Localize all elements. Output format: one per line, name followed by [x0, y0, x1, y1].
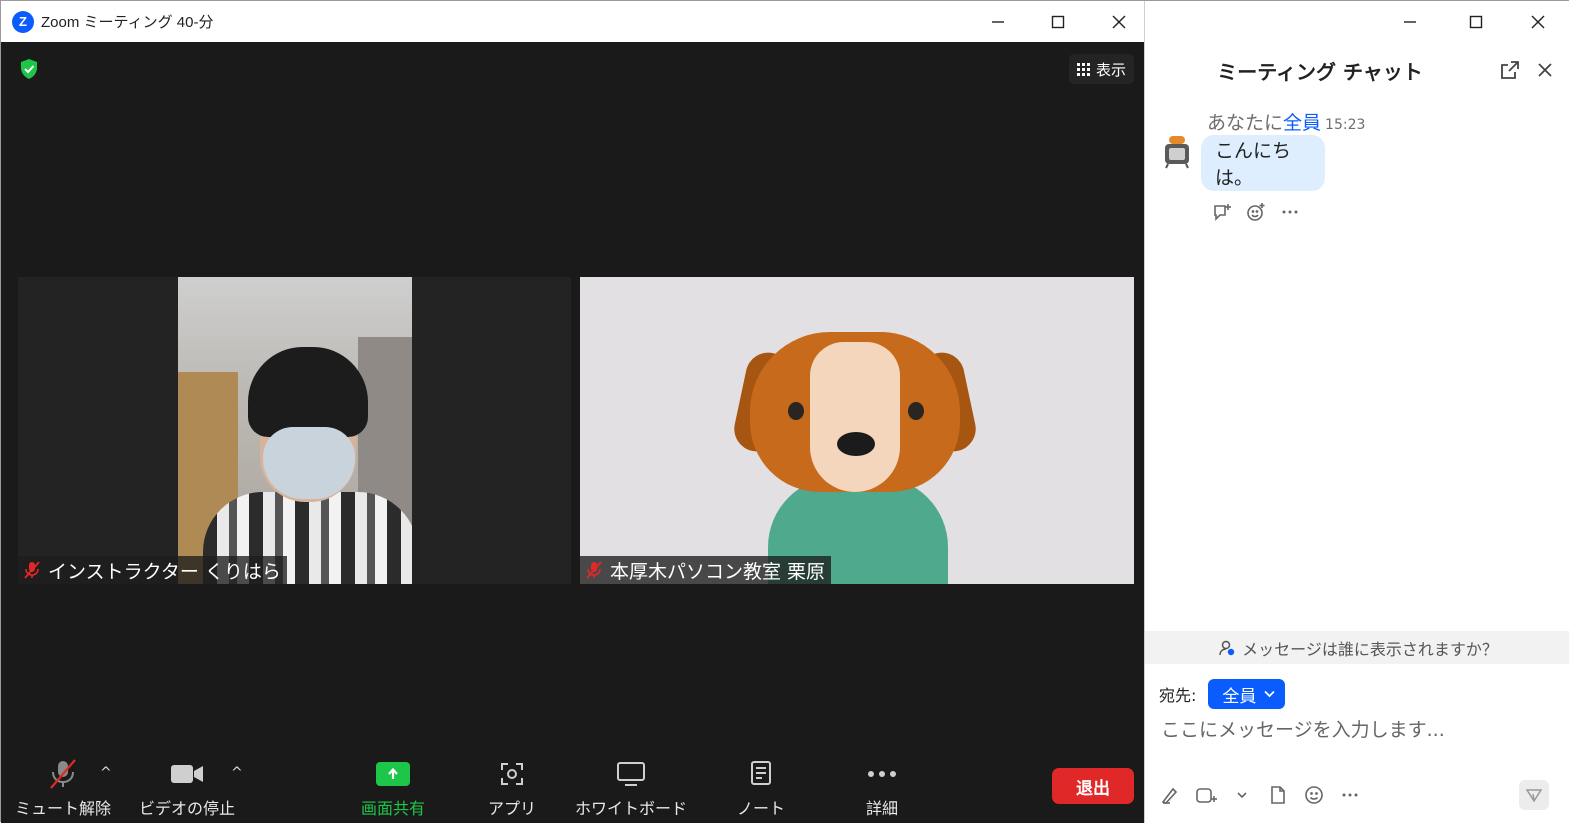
emoji-icon[interactable] — [1303, 784, 1325, 806]
grid-icon — [1077, 62, 1090, 76]
whiteboard-icon — [617, 762, 645, 786]
to-label: 宛先: — [1159, 686, 1197, 705]
security-shield-icon[interactable] — [19, 58, 39, 80]
participant-tile[interactable]: 本厚木パソコン教室 栗原 — [580, 277, 1134, 584]
message-time: 15:23 — [1325, 117, 1366, 133]
participant-name-bar: インストラクター くりはら — [18, 556, 287, 584]
message-actions — [1211, 201, 1301, 223]
participant-video — [178, 277, 412, 584]
apps-label: アプリ — [487, 799, 536, 818]
compose-toolbar — [1159, 784, 1361, 806]
recipient-row: 宛先: 全員 — [1159, 679, 1286, 709]
participant-name: インストラクター くりはら — [48, 560, 281, 583]
notes-icon — [751, 761, 771, 785]
message-recipient-prefix: あなたに — [1207, 112, 1284, 134]
chat-panel: ミーティング チャット あなたに全員 15:23 こんにちは。 メッセージは誰に… — [1144, 1, 1569, 823]
chevron-down-icon — [1264, 690, 1276, 698]
reply-icon[interactable] — [1211, 201, 1233, 223]
microphone-muted-icon — [50, 759, 76, 789]
leave-button[interactable]: 退出 — [1052, 768, 1134, 804]
unmute-button[interactable]: ミュート解除 — [15, 757, 111, 819]
stop-video-label: ビデオの停止 — [139, 799, 236, 818]
maximize-button[interactable] — [1035, 1, 1081, 42]
apps-button[interactable]: アプリ — [477, 757, 547, 819]
message-bubble[interactable]: こんにちは。 — [1201, 135, 1325, 191]
participant-name: 本厚木パソコン教室 栗原 — [610, 560, 826, 583]
who-can-see-banner[interactable]: メッセージは誰に表示されますか？ — [1145, 631, 1569, 664]
sender-avatar[interactable] — [1163, 135, 1191, 169]
whiteboard-button[interactable]: ホワイトボード — [575, 757, 687, 819]
message-input[interactable] — [1161, 713, 1557, 747]
chat-minimize-button[interactable] — [1387, 1, 1433, 42]
apps-icon — [501, 763, 523, 785]
minimize-button[interactable] — [975, 1, 1021, 42]
recipient-dropdown-value: 全員 — [1222, 686, 1257, 707]
main-title-bar: Z Zoom ミーティング 40-分 — [1, 1, 1144, 42]
microphone-muted-icon — [586, 561, 602, 579]
screenshot-icon[interactable] — [1195, 784, 1217, 806]
more-icon — [868, 771, 896, 777]
unmute-label: ミュート解除 — [15, 799, 112, 818]
video-options-caret[interactable]: ^ — [231, 765, 243, 781]
participant-name-bar: 本厚木パソコン教室 栗原 — [580, 556, 832, 584]
popout-icon[interactable] — [1499, 59, 1521, 81]
more-options-icon[interactable] — [1279, 201, 1301, 223]
share-screen-label: 画面共有 — [360, 799, 425, 818]
more-compose-options-icon[interactable] — [1339, 784, 1361, 806]
window-title: Zoom ミーティング 40-分 — [41, 14, 214, 31]
more-button[interactable]: 詳細 — [851, 757, 913, 819]
message-meta: あなたに全員 15:23 — [1207, 108, 1365, 135]
zoom-logo-icon: Z — [12, 10, 34, 33]
chevron-down-icon[interactable] — [1231, 784, 1253, 806]
view-button-label: 表示 — [1096, 60, 1127, 79]
notes-label: ノート — [736, 799, 785, 818]
emoji-reaction-icon[interactable] — [1245, 201, 1267, 223]
share-screen-button[interactable]: 画面共有 — [353, 757, 433, 819]
chat-header: ミーティング チャット — [1145, 49, 1569, 89]
send-button[interactable] — [1519, 780, 1549, 810]
minimize-icon — [1404, 20, 1416, 23]
dog-avatar-image — [730, 322, 980, 584]
format-icon[interactable] — [1159, 784, 1181, 806]
more-label: 詳細 — [865, 799, 898, 818]
whiteboard-label: ホワイトボード — [575, 799, 688, 818]
close-chat-icon[interactable] — [1534, 59, 1556, 81]
notes-button[interactable]: ノート — [729, 757, 793, 819]
video-camera-icon — [171, 765, 203, 783]
close-icon — [1112, 15, 1126, 28]
chat-maximize-button[interactable] — [1453, 1, 1499, 42]
send-icon — [1526, 789, 1542, 803]
meeting-toolbar: ミュート解除 ^ ビデオの停止 ^ 画面共有 アプリ ホワイトボード ノート 詳… — [1, 747, 1144, 823]
recipient-dropdown[interactable]: 全員 — [1208, 679, 1286, 709]
audio-options-caret[interactable]: ^ — [100, 765, 112, 781]
maximize-icon — [1469, 15, 1483, 28]
stop-video-button[interactable]: ビデオの停止 — [139, 757, 235, 819]
maximize-icon — [1051, 15, 1065, 28]
person-icon — [1219, 640, 1235, 655]
chat-close-window-button[interactable] — [1515, 1, 1561, 42]
close-window-button[interactable] — [1096, 1, 1142, 42]
close-icon — [1531, 15, 1545, 28]
app-frame: Z Zoom ミーティング 40-分 表示 インストラクター くりはら 本厚木パ… — [0, 0, 1569, 823]
message-recipient[interactable]: 全員 — [1283, 112, 1321, 134]
chat-title: ミーティング チャット — [1217, 60, 1423, 84]
meeting-stage: 表示 インストラクター くりはら 本厚木パソコン教室 栗原 ミュート解除 ^ ビ… — [1, 42, 1144, 823]
who-can-see-text: メッセージは誰に表示されますか？ — [1242, 639, 1498, 659]
file-icon[interactable] — [1267, 784, 1289, 806]
minimize-icon — [992, 20, 1004, 23]
view-button[interactable]: 表示 — [1069, 54, 1135, 84]
participant-tile[interactable]: インストラクター くりはら — [18, 277, 571, 584]
microphone-muted-icon — [24, 561, 40, 579]
share-screen-icon — [376, 762, 410, 786]
